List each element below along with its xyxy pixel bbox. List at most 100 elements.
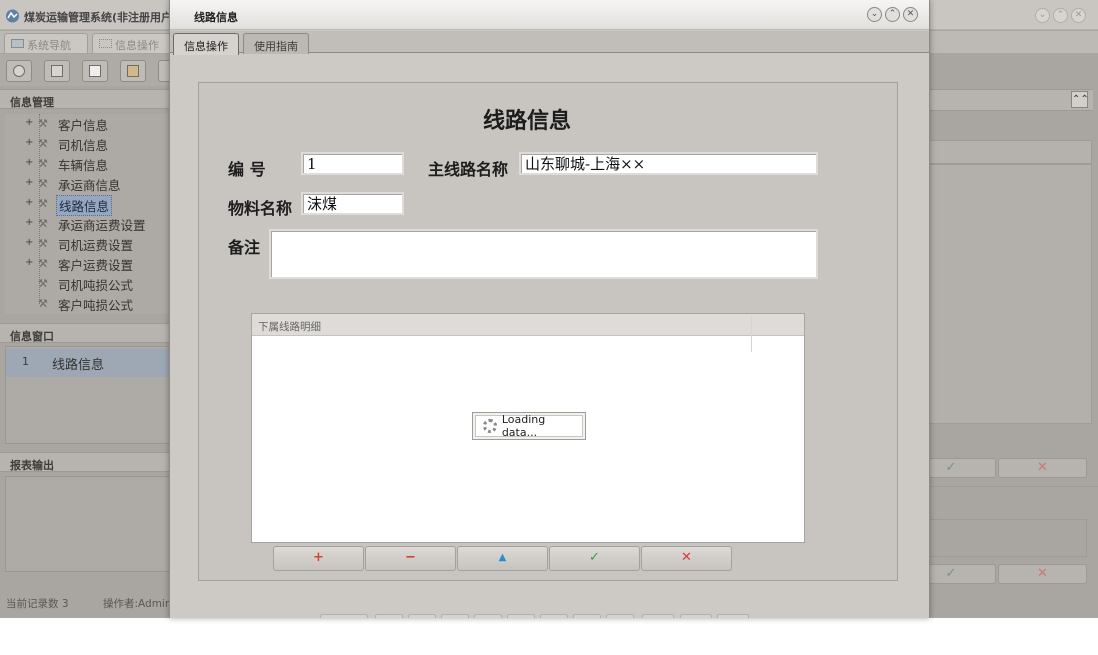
- user-settings-button[interactable]: [120, 60, 146, 82]
- close-icon[interactable]: ✕: [1071, 8, 1086, 23]
- grid-header: 下属线路明细: [252, 314, 804, 336]
- maximize-icon[interactable]: ⌃: [885, 7, 900, 22]
- main-window-controls: ⌄ ⌃ ✕: [1035, 8, 1086, 23]
- tree-item[interactable]: + ⚒ 线路信息: [5, 194, 172, 216]
- collapse-icon[interactable]: ⌃⌃: [1071, 91, 1089, 108]
- expand-icon[interactable]: +: [25, 117, 33, 128]
- grid-column-header[interactable]: 下属线路明细: [258, 319, 321, 334]
- tree-item[interactable]: + ⚒ 客户运费设置: [5, 254, 172, 274]
- bottom-button[interactable]: [408, 614, 436, 618]
- bottom-button[interactable]: [642, 614, 674, 618]
- sub-route-grid: 下属线路明细 Loading data...: [251, 313, 805, 543]
- expand-icon[interactable]: +: [25, 257, 33, 268]
- tab-label: 信息操作: [115, 39, 159, 52]
- tree-item-label: 线路信息: [56, 195, 113, 216]
- remark-textarea[interactable]: [269, 229, 818, 279]
- tree-item[interactable]: ⚒ 司机吨损公式: [5, 274, 172, 294]
- tab-system-navigation[interactable]: 系统导航: [4, 33, 88, 53]
- confirm-button[interactable]: ✓: [549, 546, 640, 571]
- tools-icon: ⚒: [38, 157, 48, 170]
- tree-item[interactable]: + ⚒ 司机运费设置: [5, 234, 172, 254]
- bottom-button[interactable]: [441, 614, 469, 618]
- tools-icon: ⚒: [38, 117, 48, 130]
- bottom-button-row: [320, 614, 750, 618]
- bottom-button[interactable]: [540, 614, 568, 618]
- minimize-icon[interactable]: ⌄: [867, 7, 882, 22]
- bottom-button[interactable]: [375, 614, 403, 618]
- report-output-panel: [5, 476, 172, 572]
- record-count: 当前记录数 3: [6, 598, 69, 610]
- route-name-input[interactable]: [519, 152, 818, 175]
- tree-item-label: 承运商运费设置: [58, 218, 146, 233]
- tab-user-guide[interactable]: 使用指南: [243, 33, 309, 54]
- add-row-button[interactable]: +: [273, 546, 364, 571]
- bottom-button[interactable]: [320, 614, 368, 618]
- tree-item[interactable]: ⚒ 客户吨损公式: [5, 294, 172, 314]
- material-input[interactable]: [301, 192, 404, 215]
- grid-icon: [99, 39, 112, 48]
- remove-row-button[interactable]: −: [365, 546, 456, 571]
- bottom-button[interactable]: [606, 614, 634, 618]
- expand-icon[interactable]: +: [25, 137, 33, 148]
- list-icon: [51, 65, 63, 77]
- row-label: 线路信息: [52, 358, 105, 373]
- info-window-row[interactable]: 1 线路信息: [6, 349, 172, 377]
- route-name-label: 主线路名称: [428, 160, 509, 179]
- dialog-titlebar[interactable]: 线路信息 ⌄ ⌃ ✕: [170, 0, 929, 30]
- bg-cancel-button[interactable]: ✕: [998, 458, 1087, 478]
- tree-item[interactable]: + ⚒ 车辆信息: [5, 154, 172, 174]
- tree-item-label: 客户运费设置: [58, 258, 134, 273]
- monitor-icon: [11, 39, 24, 48]
- minimize-icon[interactable]: ⌄: [1035, 8, 1050, 23]
- remark-label: 备注: [228, 238, 261, 257]
- expand-icon[interactable]: +: [25, 237, 33, 248]
- tab-info-operation[interactable]: 信息操作: [173, 33, 239, 55]
- bottom-button[interactable]: [573, 614, 601, 618]
- bottom-button[interactable]: [474, 614, 502, 618]
- user-gear-icon: [127, 65, 139, 77]
- close-icon[interactable]: ✕: [903, 7, 918, 22]
- tree-item[interactable]: + ⚒ 客户信息: [5, 114, 172, 134]
- bottom-button[interactable]: [507, 614, 535, 618]
- tools-icon: ⚒: [38, 257, 48, 270]
- dialog-window-controls: ⌄ ⌃ ✕: [867, 7, 918, 22]
- tab-label: 系统导航: [27, 39, 71, 52]
- tree-item[interactable]: + ⚒ 司机信息: [5, 134, 172, 154]
- tools-icon: ⚒: [38, 297, 48, 310]
- code-input[interactable]: [301, 152, 404, 175]
- tools-icon: ⚒: [38, 237, 48, 250]
- bg-cancel-button-2[interactable]: ✕: [998, 564, 1087, 584]
- expand-icon[interactable]: +: [25, 157, 33, 168]
- tree-item[interactable]: + ⚒ 承运商运费设置: [5, 214, 172, 234]
- grid-column-separator[interactable]: [751, 314, 752, 352]
- cancel-button[interactable]: ✕: [641, 546, 732, 571]
- document-button[interactable]: [82, 60, 108, 82]
- tree-item-label: 司机信息: [58, 138, 109, 153]
- route-form: 线路信息 编 号 主线路名称 物料名称 备注 下属线路明细 Loading da…: [198, 82, 898, 581]
- move-up-button[interactable]: ▲: [457, 546, 548, 571]
- tree-item-label: 司机吨损公式: [58, 278, 134, 293]
- spinner-icon: [483, 419, 497, 433]
- maximize-icon[interactable]: ⌃: [1053, 8, 1068, 23]
- status-bar: 当前记录数 3 操作者:Admin: [0, 590, 172, 614]
- material-label: 物料名称: [228, 199, 293, 218]
- tools-icon: ⚒: [38, 217, 48, 230]
- bottom-button[interactable]: [680, 614, 712, 618]
- bottom-button[interactable]: [717, 614, 749, 618]
- tree-item[interactable]: + ⚒ 承运商信息: [5, 174, 172, 194]
- expand-icon[interactable]: +: [25, 217, 33, 228]
- report-output-header: 报表输出: [0, 452, 172, 472]
- tools-icon: ⚒: [38, 177, 48, 190]
- tree-item-label: 承运商信息: [58, 178, 121, 193]
- tree-item-label: 车辆信息: [58, 158, 109, 173]
- search-button[interactable]: [6, 60, 32, 82]
- loading-text: Loading data...: [501, 413, 546, 439]
- list-button[interactable]: [44, 60, 70, 82]
- code-label: 编 号: [228, 160, 266, 179]
- expand-icon[interactable]: +: [25, 177, 33, 188]
- expand-icon[interactable]: +: [25, 197, 33, 208]
- dialog-title: 线路信息: [194, 11, 238, 24]
- info-window-list: 1 线路信息: [5, 346, 172, 444]
- tab-info-operation[interactable]: 信息操作: [92, 33, 172, 53]
- dialog-tabbar: 信息操作 使用指南: [170, 31, 929, 55]
